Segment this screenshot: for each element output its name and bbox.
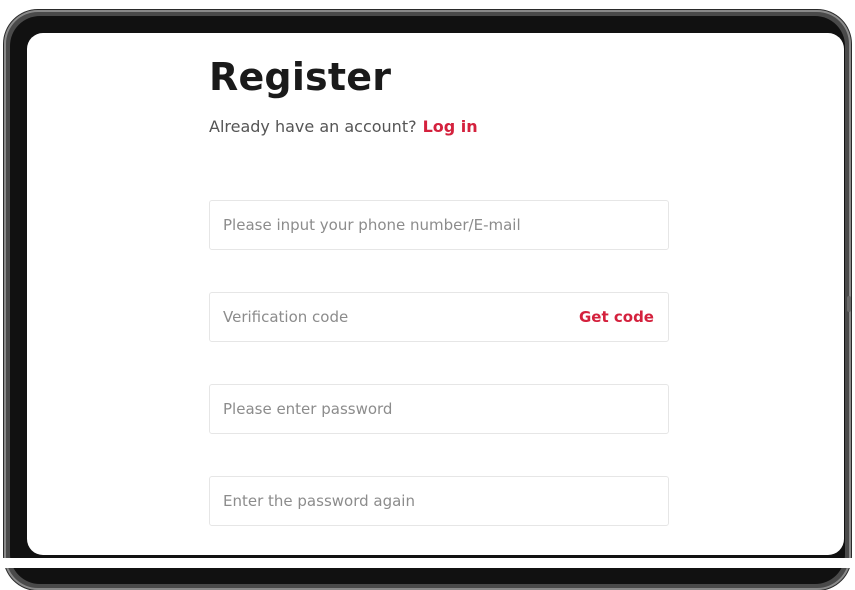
confirm-password-input[interactable] <box>223 477 653 525</box>
account-prompt-text: Already have an account? <box>209 117 417 136</box>
side-button <box>847 296 851 312</box>
password-field[interactable] <box>209 384 669 434</box>
login-prompt: Already have an account? Log in <box>209 117 478 136</box>
verification-code-field[interactable]: Get code <box>209 292 669 342</box>
get-code-button[interactable]: Get code <box>579 293 654 341</box>
login-link[interactable]: Log in <box>423 117 478 136</box>
password-input[interactable] <box>223 385 653 433</box>
phone-email-field[interactable] <box>209 200 669 250</box>
phone-email-input[interactable] <box>223 201 653 249</box>
bottom-edge <box>0 558 855 568</box>
verification-code-input[interactable] <box>223 293 553 341</box>
page-title: Register <box>209 55 391 99</box>
tablet-screen: Register Already have an account?Log in … <box>27 33 844 555</box>
confirm-password-field[interactable] <box>209 476 669 526</box>
